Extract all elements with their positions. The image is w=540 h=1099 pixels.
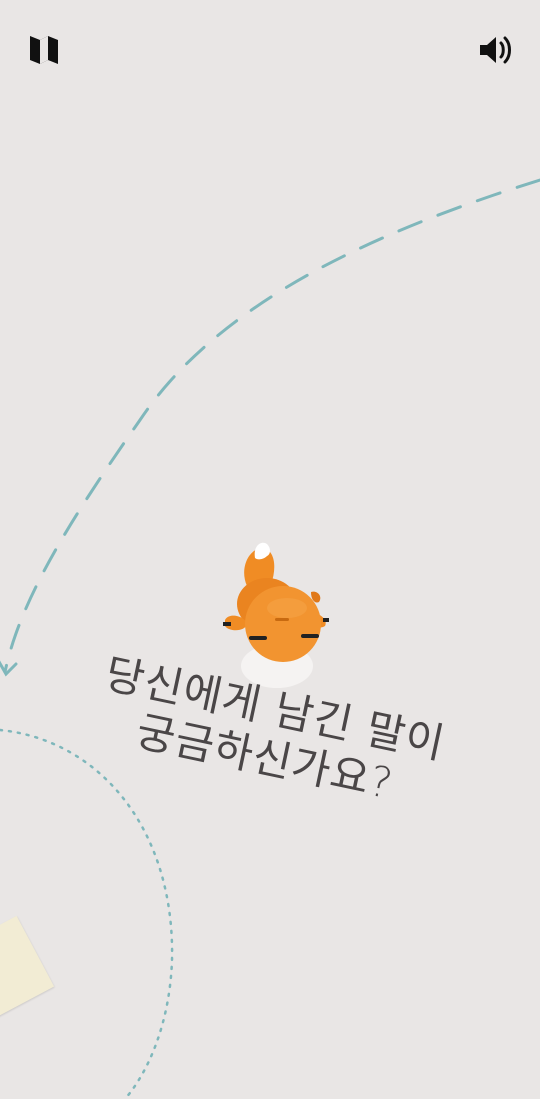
map-button[interactable]: [22, 28, 66, 72]
fox-stripe-left: [249, 636, 267, 640]
path-arrow-icon: [0, 660, 18, 677]
fox-stripe-right: [301, 634, 319, 638]
speaker-volume-icon: [480, 36, 511, 64]
fox-stripe-center: [275, 618, 289, 621]
fox-head-highlight: [267, 598, 307, 618]
fox-side-paw-stripe: [323, 618, 329, 622]
dotted-circle: [0, 728, 174, 1099]
sound-button[interactable]: [472, 28, 516, 72]
game-stage[interactable]: 당신에게 남긴 말이 궁금하신가요?: [0, 0, 540, 1099]
fox-paw-stripe: [223, 622, 231, 626]
fox-head: [245, 586, 321, 662]
map-icon: [30, 36, 58, 64]
